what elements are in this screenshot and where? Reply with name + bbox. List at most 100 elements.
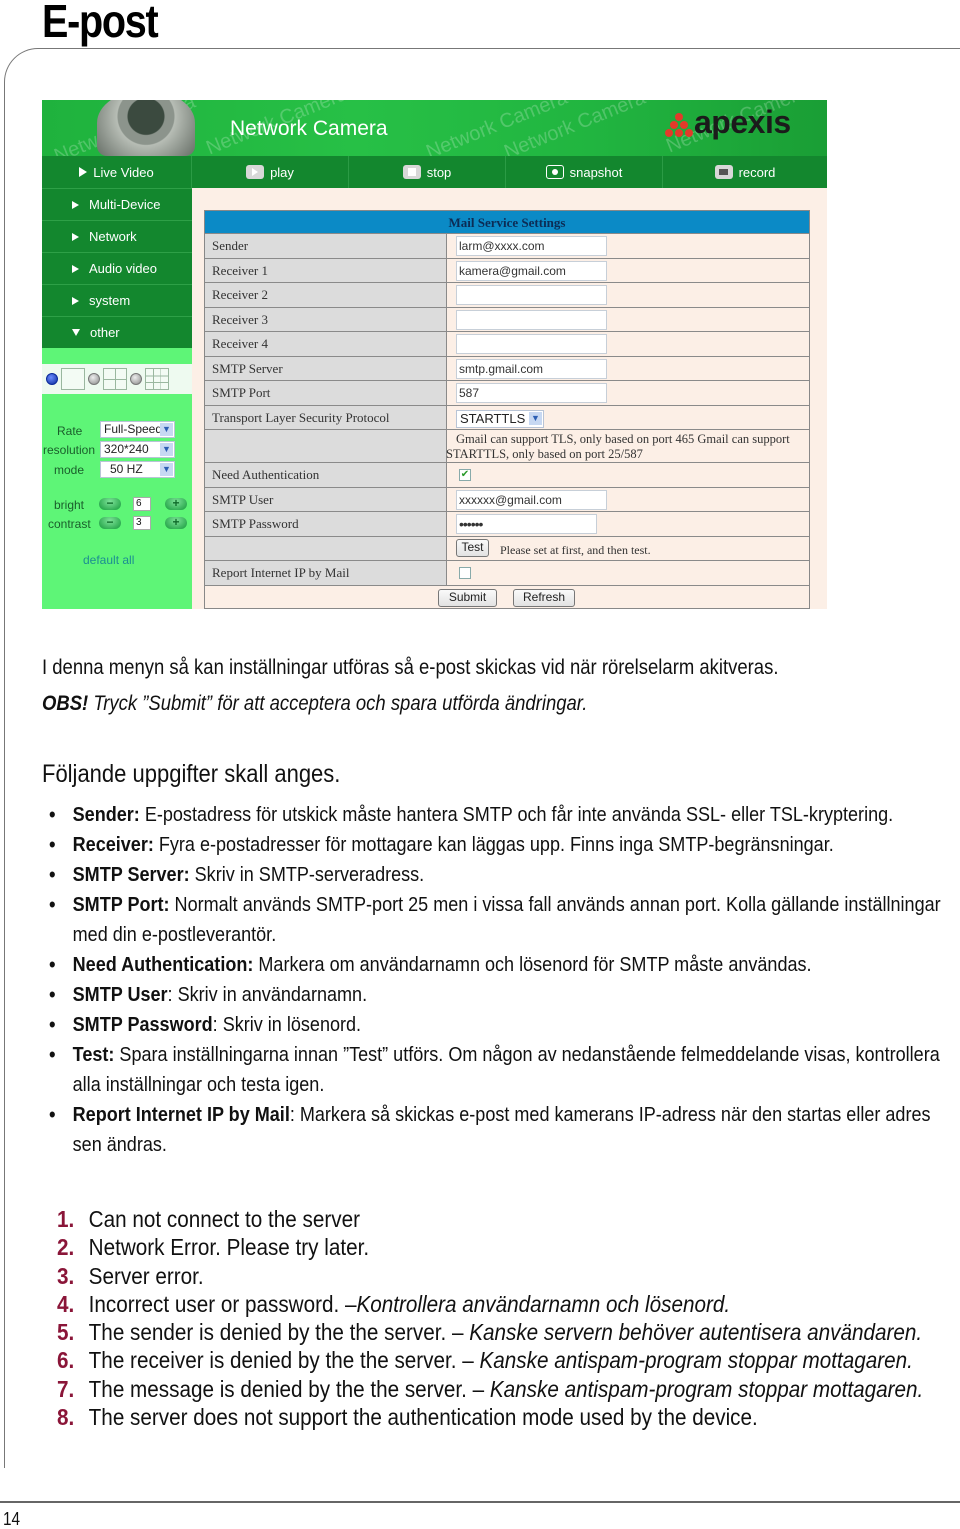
resolution-value: 320*240	[104, 442, 149, 456]
fields-heading: Följande uppgifter skall anges.	[42, 760, 341, 788]
refresh-button[interactable]: Refresh	[513, 588, 575, 607]
toolbar-label: play	[270, 164, 294, 180]
error-text: Can not connect to the server	[88, 1206, 360, 1232]
settings-row-smtp-password: SMTP Password ••••••	[205, 511, 809, 536]
report-ip-checkbox[interactable]	[459, 567, 471, 579]
toolbar-record[interactable]: record	[663, 156, 827, 188]
bright-value[interactable]: 6	[133, 497, 151, 511]
bullet-term: Sender:	[72, 803, 140, 826]
toolbar-label: record	[738, 164, 776, 180]
camera-toolbar: Live Video play stop snapshot record	[42, 156, 827, 188]
smtp-user-input[interactable]: xxxxxx@gmail.com	[456, 489, 607, 510]
settings-header: Mail Service Settings	[205, 211, 809, 233]
smtp-password-input[interactable]: ••••••	[456, 514, 597, 534]
empty-label	[205, 536, 447, 560]
default-all-link[interactable]: default all	[83, 553, 134, 567]
bullet-term: Report Internet IP by Mail	[72, 1103, 290, 1126]
toolbar-live-video[interactable]: Live Video	[42, 156, 192, 188]
receiver-3-label: Receiver 3	[205, 307, 447, 331]
toolbar-snapshot[interactable]: snapshot	[506, 156, 663, 188]
receiver-1-input[interactable]: kamera@gmail.com	[456, 260, 607, 281]
toolbar-label: Live Video	[93, 164, 154, 180]
sender-label: Sender	[205, 234, 447, 258]
settings-row-tls-note: Gmail can support TLS, only based on por…	[205, 429, 809, 462]
error-text: Incorrect user or password. –	[88, 1290, 357, 1317]
toolbar-play[interactable]: play	[192, 156, 349, 188]
error-number: 1.	[57, 1206, 75, 1232]
bullet-term: Test:	[72, 1043, 115, 1066]
need-auth-checkbox[interactable]: ✔	[459, 469, 471, 481]
submit-button[interactable]: Submit	[438, 588, 497, 607]
smtp-server-input[interactable]: smtp.gmail.com	[456, 358, 607, 379]
chevron-right-icon	[72, 296, 79, 305]
sidebar-item-other[interactable]: other	[42, 316, 192, 348]
bullet-text: E-postadress för utskick måste hantera S…	[139, 803, 894, 826]
contrast-decrease-button[interactable]: −	[99, 516, 121, 529]
error-number: 8.	[57, 1404, 75, 1431]
toolbar-stop[interactable]: stop	[349, 156, 506, 188]
bright-increase-button[interactable]: +	[165, 497, 187, 510]
smtp-server-label: SMTP Server	[205, 356, 447, 380]
apexis-logo-icon	[664, 111, 694, 139]
bullet-term: SMTP Port:	[72, 893, 170, 916]
need-auth-label: Need Authentication	[205, 463, 447, 487]
contrast-value[interactable]: 3	[133, 516, 151, 530]
test-button[interactable]: Test	[456, 538, 489, 557]
settings-row-test: Test Please set at first, and then test.	[205, 535, 809, 560]
tls-note: Gmail can support TLS, only based on por…	[446, 432, 790, 461]
error-hint: Kontrollera användarnamn och lösenord.	[356, 1290, 731, 1317]
quad-view-icon	[103, 368, 127, 390]
bullet-text: Normalt används SMTP-port 25 men i vissa…	[169, 893, 941, 916]
settings-row-receiver-1: Receiver 1 kamera@gmail.com	[205, 257, 809, 282]
sidebar-item-label: Multi-Device	[89, 197, 161, 212]
error-text: The server does not support the authenti…	[88, 1404, 758, 1431]
view-layout-selector	[42, 364, 192, 394]
rate-select[interactable]: Full-Speed ▼	[100, 421, 175, 438]
list-item: Test: Spara inställningarna innan ”Test”…	[48, 1040, 946, 1100]
bullet-term: Need Authentication:	[72, 953, 254, 976]
chevron-right-icon	[72, 232, 79, 241]
sender-input[interactable]: larm@xxxx.com	[456, 236, 607, 256]
bright-label: bright	[54, 498, 85, 512]
error-item: 6. The receiver is denied by the the serv…	[57, 1346, 923, 1374]
sidebar-item-label: other	[90, 325, 120, 340]
resolution-select[interactable]: 320*240 ▼	[100, 441, 175, 458]
sidebar-item-system[interactable]: system	[42, 284, 192, 316]
error-item: 7. The message is denied by the the serve…	[57, 1375, 923, 1403]
bullet-text: : Markera så skickas e-post med kamerans…	[289, 1103, 931, 1126]
bullet-term: SMTP User	[72, 983, 168, 1006]
receiver-2-input[interactable]	[456, 285, 607, 305]
error-hint: Kanske servern behöver autentisera använ…	[469, 1319, 923, 1346]
sidebar-item-multi-device[interactable]: Multi-Device	[42, 188, 192, 220]
layout-radio-nine[interactable]	[130, 373, 142, 385]
bright-decrease-button[interactable]: −	[99, 497, 121, 510]
smtp-port-input[interactable]: 587	[456, 383, 607, 403]
sidebar-item-network[interactable]: Network	[42, 220, 192, 252]
tls-select[interactable]: STARTTLS ▼	[456, 409, 544, 428]
error-item: 1. Can not connect to the server	[57, 1205, 923, 1233]
receiver-4-input[interactable]	[456, 334, 607, 354]
chevron-down-icon: ▼	[160, 463, 173, 476]
play-triangle-icon	[79, 167, 88, 177]
camera-sidebar: Multi-Device Network Audio video system …	[42, 188, 192, 609]
error-messages-list: 1. Can not connect to the server 2. Networ…	[57, 1205, 923, 1431]
layout-radio-single[interactable]	[46, 373, 58, 385]
list-item: SMTP Port: Normalt används SMTP-port 25 …	[48, 890, 946, 950]
layout-radio-quad[interactable]	[88, 373, 100, 385]
mode-select[interactable]: 50 HZ ▼	[100, 461, 175, 478]
error-number: 3.	[57, 1262, 75, 1289]
mode-value: 50 HZ	[110, 462, 143, 476]
list-item: Need Authentication: Markera om användar…	[48, 950, 946, 980]
sidebar-item-audio-video[interactable]: Audio video	[42, 252, 192, 284]
bullet-text: Fyra e-postadresser för mottagare kan lä…	[153, 833, 834, 856]
settings-row-smtp-port: SMTP Port 587	[205, 380, 809, 405]
receiver-1-label: Receiver 1	[205, 258, 447, 282]
receiver-3-input[interactable]	[456, 309, 607, 330]
contrast-increase-button[interactable]: +	[165, 516, 187, 529]
bullet-term: SMTP Server:	[72, 863, 190, 886]
list-item: SMTP User: Skriv in användarnamn.	[48, 980, 946, 1010]
bullet-text: Spara inställningarna innan ”Test” utför…	[114, 1043, 940, 1066]
error-number: 7.	[57, 1375, 75, 1402]
camera-header: Network Camera Network Camera Network Ca…	[42, 100, 827, 156]
chevron-right-icon	[72, 264, 79, 273]
